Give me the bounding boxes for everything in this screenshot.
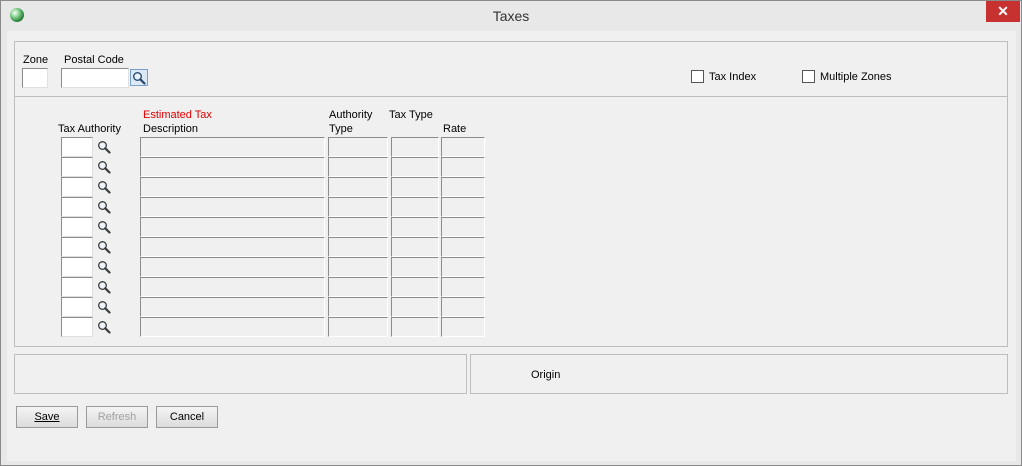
rate-cell[interactable]: [441, 157, 485, 177]
origin-label: Origin: [531, 369, 561, 381]
refresh-button[interactable]: Refresh: [86, 406, 148, 428]
description-cell[interactable]: [140, 177, 325, 197]
authority-type-cell[interactable]: [328, 317, 388, 337]
authority-type-cell[interactable]: [328, 277, 388, 297]
postal-code-input[interactable]: [61, 68, 129, 88]
tax-authority-header: Tax Authority: [58, 123, 121, 135]
rate-cell[interactable]: [441, 137, 485, 157]
rate-cell[interactable]: [441, 197, 485, 217]
tax-authority-input[interactable]: [61, 237, 93, 257]
magnifier-icon: [133, 72, 146, 85]
authority-type-cell[interactable]: [328, 217, 388, 237]
description-cell[interactable]: [140, 297, 325, 317]
origin-panel: Origin: [470, 354, 1008, 394]
magnifier-icon[interactable]: [97, 300, 111, 314]
rate-cell[interactable]: [441, 217, 485, 237]
description-cell[interactable]: [140, 277, 325, 297]
tax-type-cell[interactable]: [391, 257, 439, 277]
tax-type-cell[interactable]: [391, 217, 439, 237]
magnifier-icon[interactable]: [97, 260, 111, 274]
authority-type-cell[interactable]: [328, 157, 388, 177]
taxes-window: Taxes ✕ Zone Postal Code Tax Index Multi…: [0, 0, 1022, 466]
rate-cell[interactable]: [441, 257, 485, 277]
tax-authority-input[interactable]: [61, 197, 93, 217]
tax-authority-input[interactable]: [61, 177, 93, 197]
save-button[interactable]: Save: [16, 406, 78, 428]
tax-authority-input[interactable]: [61, 277, 93, 297]
authority-type-cell[interactable]: [328, 137, 388, 157]
zone-label: Zone: [23, 54, 49, 66]
summary-panel: [14, 354, 467, 394]
description-cell[interactable]: [140, 137, 325, 157]
tax-type-header: Tax Type: [389, 109, 433, 121]
tax-index-label: Tax Index: [709, 71, 757, 83]
tax-type-cell[interactable]: [391, 137, 439, 157]
authority-type-cell[interactable]: [328, 257, 388, 277]
tax-authority-input[interactable]: [61, 137, 93, 157]
cancel-button[interactable]: Cancel: [156, 406, 218, 428]
rate-cell[interactable]: [441, 297, 485, 317]
tax-grid-panel: Tax Authority Estimated Tax Description …: [14, 96, 1008, 347]
refresh-button-label: Refresh: [97, 411, 137, 423]
postal-code-label: Postal Code: [64, 54, 124, 66]
authority-type-header-line2: Type: [329, 123, 353, 135]
authority-type-cell[interactable]: [328, 297, 388, 317]
magnifier-icon[interactable]: [97, 200, 111, 214]
description-cell[interactable]: [140, 257, 325, 277]
authority-type-header-line1: Authority: [329, 109, 373, 121]
rate-cell[interactable]: [441, 317, 485, 337]
multiple-zones-label: Multiple Zones: [820, 71, 892, 83]
tax-type-cell[interactable]: [391, 297, 439, 317]
description-cell[interactable]: [140, 317, 325, 337]
cancel-button-label: Cancel: [169, 411, 205, 423]
window-title: Taxes: [492, 8, 530, 24]
authority-type-cell[interactable]: [328, 237, 388, 257]
close-icon[interactable]: ✕: [986, 1, 1020, 22]
rate-header: Rate: [443, 123, 467, 135]
magnifier-icon[interactable]: [97, 180, 111, 194]
description-header: Description: [143, 123, 199, 135]
tax-type-cell[interactable]: [391, 317, 439, 337]
description-cell[interactable]: [140, 197, 325, 217]
header-panel: Zone Postal Code Tax Index Multiple Zone…: [14, 41, 1008, 97]
tax-index-checkbox[interactable]: [691, 70, 704, 83]
description-cell[interactable]: [140, 157, 325, 177]
rate-cell[interactable]: [441, 177, 485, 197]
magnifier-icon[interactable]: [97, 320, 111, 334]
client-area: Zone Postal Code Tax Index Multiple Zone…: [7, 31, 1016, 461]
tax-type-cell[interactable]: [391, 177, 439, 197]
tax-authority-input[interactable]: [61, 217, 93, 237]
save-button-label: Save: [34, 411, 60, 423]
multiple-zones-checkbox[interactable]: [802, 70, 815, 83]
magnifier-icon[interactable]: [97, 240, 111, 254]
description-cell[interactable]: [140, 237, 325, 257]
magnifier-icon[interactable]: [97, 220, 111, 234]
tax-type-cell[interactable]: [391, 237, 439, 257]
magnifier-icon[interactable]: [97, 280, 111, 294]
tax-authority-input[interactable]: [61, 297, 93, 317]
tax-authority-input[interactable]: [61, 157, 93, 177]
magnifier-icon[interactable]: [97, 160, 111, 174]
estimated-tax-header: Estimated Tax: [143, 109, 212, 121]
tax-authority-input[interactable]: [61, 257, 93, 277]
magnifier-icon[interactable]: [97, 140, 111, 154]
rate-cell[interactable]: [441, 237, 485, 257]
postal-code-lookup-button[interactable]: [130, 69, 148, 86]
description-cell[interactable]: [140, 217, 325, 237]
zone-input[interactable]: [22, 68, 48, 88]
authority-type-cell[interactable]: [328, 177, 388, 197]
tax-type-cell[interactable]: [391, 157, 439, 177]
rate-cell[interactable]: [441, 277, 485, 297]
authority-type-cell[interactable]: [328, 197, 388, 217]
title-bar: Taxes ✕: [1, 1, 1021, 31]
tax-type-cell[interactable]: [391, 277, 439, 297]
tax-authority-input[interactable]: [61, 317, 93, 337]
tax-type-cell[interactable]: [391, 197, 439, 217]
